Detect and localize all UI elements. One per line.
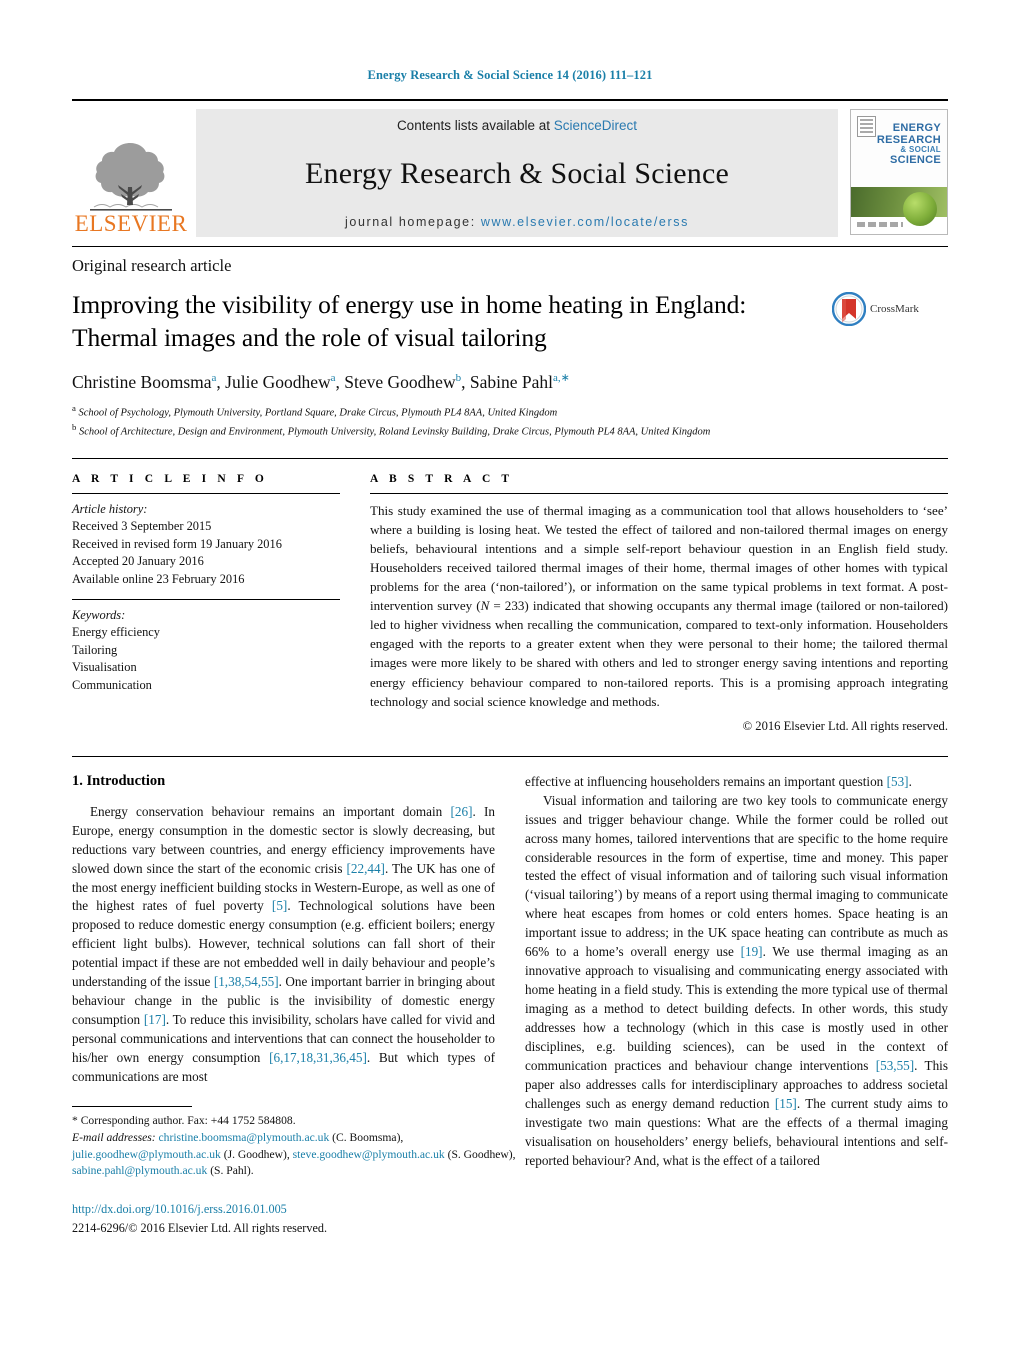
elsevier-wordmark: ELSEVIER [74, 211, 188, 236]
email-label: E-mail addresses: [72, 1130, 156, 1144]
history-item: Received 3 September 2015 [72, 519, 212, 534]
keywords-rule [72, 598, 340, 600]
keywords-block: Keywords: Energy efficiency Tailoring Vi… [72, 607, 340, 695]
crossmark-badge[interactable]: CrossMark [832, 288, 948, 326]
cover-globe-icon [903, 191, 937, 226]
citation-ref[interactable]: [53] [887, 774, 909, 789]
title-row: Improving the visibility of energy use i… [72, 288, 948, 440]
article-type-label: Original research article [72, 256, 232, 275]
corresponding-author-note: * Corresponding author. Fax: +44 1752 58… [72, 1114, 296, 1128]
info-abstract-block: A R T I C L E I N F O Article history: R… [72, 457, 948, 734]
footnote-block: * Corresponding author. Fax: +44 1752 58… [72, 1106, 517, 1237]
affiliation-item: b School of Architecture, Design and Env… [72, 421, 711, 438]
footnote-rule [72, 1106, 192, 1108]
author-list: Christine Boomsmaa, Julie Goodhewa, Stev… [72, 372, 570, 393]
crossmark-icon [832, 292, 866, 326]
running-head: Energy Research & Social Science 14 (201… [367, 68, 653, 82]
contents-list-line: Contents lists available at ScienceDirec… [397, 118, 637, 133]
email-owner: (J. Goodhew), [223, 1147, 290, 1161]
article-info-column: A R T I C L E I N F O Article history: R… [72, 473, 340, 734]
history-item: Received in revised form 19 January 2016 [72, 536, 282, 551]
citation-ref[interactable]: [15] [775, 1096, 797, 1111]
citation-ref[interactable]: [1,38,54,55] [214, 974, 279, 989]
abstract-heading: A B S T R A C T [370, 472, 514, 485]
intro-paragraph-left: Energy conservation behaviour remains an… [72, 803, 496, 1084]
citation-ref[interactable]: [17] [144, 1012, 166, 1027]
masthead-divider [72, 246, 948, 247]
journal-cover-thumbnail[interactable]: ENERGY RESEARCH & SOCIAL SCIENCE [850, 109, 948, 235]
citation-ref[interactable]: [6,17,18,31,36,45] [269, 1050, 367, 1065]
keyword-item: Tailoring [72, 642, 118, 657]
cover-caption-placeholder [857, 222, 903, 227]
history-item: Available online 23 February 2016 [72, 571, 245, 586]
intro-paragraph-right-2: Visual information and tailoring are two… [525, 792, 948, 1168]
journal-title: Energy Research & Social Science [304, 157, 730, 190]
abstract-column: A B S T R A C T This study examined the … [370, 473, 948, 734]
masthead-center: Contents lists available at ScienceDirec… [196, 109, 838, 237]
title-column: Improving the visibility of energy use i… [72, 288, 832, 440]
email-owner: (S. Goodhew), [447, 1147, 516, 1161]
citation-ref[interactable]: [26] [451, 804, 473, 819]
affiliations: a School of Psychology, Plymouth Univers… [72, 402, 818, 439]
homepage-url-link[interactable]: www.elsevier.com/locate/erss [481, 215, 689, 229]
page-title: Improving the visibility of energy use i… [72, 290, 747, 353]
crossmark-label: CrossMark [870, 303, 919, 315]
email-addresses-note: E-mail addresses: christine.boomsma@plym… [72, 1130, 517, 1180]
email-owner: (C. Boomsma), [332, 1130, 404, 1144]
journal-masthead: ELSEVIER Contents lists available at Sci… [72, 99, 948, 237]
article-history: Article history: Received 3 September 20… [72, 501, 340, 589]
elsevier-tree-icon [90, 143, 172, 211]
body-right-column: effective at influencing householders re… [525, 773, 948, 1237]
sciencedirect-link[interactable]: ScienceDirect [554, 118, 637, 133]
citation-ref[interactable]: [19] [741, 944, 763, 959]
paper-page: Energy Research & Social Science 14 (201… [0, 0, 1020, 1351]
article-info-heading: A R T I C L E I N F O [72, 472, 268, 485]
article-history-label: Article history: [72, 501, 148, 516]
keyword-item: Visualisation [72, 660, 137, 675]
journal-homepage-line: journal homepage: www.elsevier.com/locat… [345, 215, 689, 229]
email-link[interactable]: steve.goodhew@plymouth.ac.uk [293, 1148, 445, 1161]
body-columns: 1. Introduction Energy conservation beha… [72, 755, 948, 1237]
keyword-item: Communication [72, 678, 152, 693]
cover-title-line-4: SCIENCE [890, 153, 941, 166]
doi-link[interactable]: http://dx.doi.org/10.1016/j.erss.2016.01… [72, 1200, 517, 1218]
contents-prefix: Contents lists available at [396, 118, 554, 133]
keyword-item: Energy efficiency [72, 625, 160, 640]
article-info-rule [72, 492, 340, 494]
email-link[interactable]: julie.goodhew@plymouth.ac.uk [72, 1148, 221, 1161]
abstract-rule [370, 492, 948, 494]
journal-cover-block: ENERGY RESEARCH & SOCIAL SCIENCE [844, 109, 948, 237]
doi-block: http://dx.doi.org/10.1016/j.erss.2016.01… [72, 1200, 517, 1237]
issn-copyright-line: 2214-6296/© 2016 Elsevier Ltd. All right… [72, 1220, 327, 1235]
history-item: Accepted 20 January 2016 [72, 554, 204, 569]
keywords-label: Keywords: [72, 607, 126, 622]
email-link[interactable]: christine.boomsma@plymouth.ac.uk [159, 1131, 330, 1144]
cover-title-text: ENERGY RESEARCH & SOCIAL SCIENCE [877, 122, 941, 166]
citation-ref[interactable]: [22,44] [346, 861, 384, 876]
email-link[interactable]: sabine.pahl@plymouth.ac.uk [72, 1164, 207, 1177]
cover-publisher-mark-icon [857, 116, 876, 137]
citation-ref[interactable]: [5] [272, 898, 287, 913]
section-heading-introduction: 1. Introduction [72, 772, 166, 789]
intro-paragraph-right-1: effective at influencing householders re… [525, 773, 912, 789]
affiliation-item: a School of Psychology, Plymouth Univers… [72, 403, 558, 419]
citation-ref[interactable]: [53,55] [876, 1058, 914, 1073]
abstract-text: This study examined the use of thermal i… [370, 502, 948, 709]
elsevier-logo: ELSEVIER [72, 109, 190, 237]
cover-title-line-1: ENERGY [892, 122, 941, 134]
homepage-prefix: journal homepage: [345, 215, 481, 229]
email-owner: (S. Pahl). [210, 1164, 254, 1178]
abstract-copyright: © 2016 Elsevier Ltd. All rights reserved… [742, 718, 948, 733]
